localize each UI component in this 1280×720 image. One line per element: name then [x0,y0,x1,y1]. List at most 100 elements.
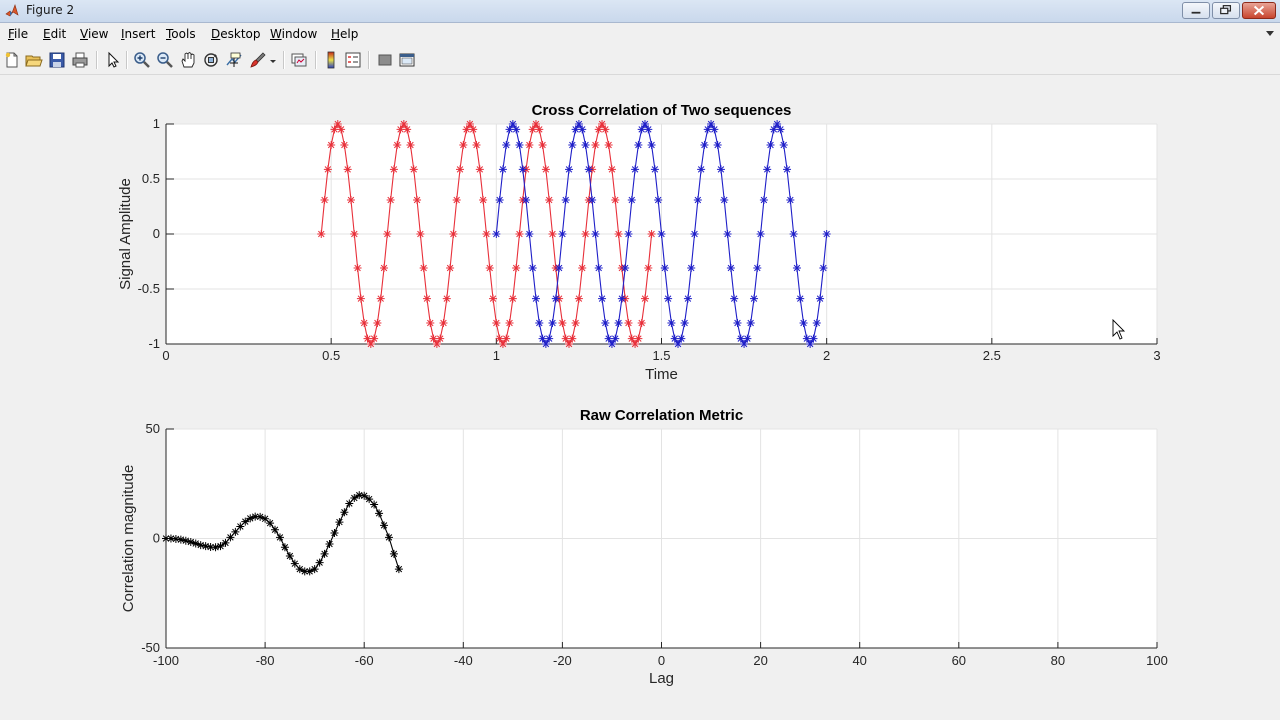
data-point-marker [650,165,659,174]
data-point-marker [746,318,755,327]
data-point-marker [360,318,369,327]
x-tick-label: 2.5 [983,348,1001,363]
data-point-marker [733,318,742,327]
axes-raw-correlation[interactable]: -100 -80 -60 -40 -20 0 20 40 60 80 100 -50 0 50 Raw … [120,407,1168,687]
data-point-marker [406,141,415,150]
menu-help[interactable]: Help [331,27,358,41]
data-point-marker [535,125,544,134]
data-point-marker [551,294,560,303]
insert-legend-button[interactable] [344,51,362,69]
brush-dropdown-button[interactable] [268,51,278,69]
data-point-marker [819,263,828,272]
data-point-marker [266,519,275,528]
new-figure-button[interactable] [3,51,21,69]
minimize-icon [1191,11,1201,14]
data-point-marker [766,141,775,150]
menu-desktop[interactable]: Desktop [211,27,261,41]
data-point-marker [370,500,379,509]
toolbar-separator [368,51,370,69]
figure-canvas[interactable]: 0 0.5 1 1.5 2 2.5 3 -1 -0.5 0 0.5 1 Cross Correlat… [0,75,1280,720]
data-point-marker [624,318,633,327]
data-point-marker [690,230,699,238]
data-point-marker [667,318,676,327]
maximize-button[interactable] [1212,2,1240,19]
zoom-in-button[interactable] [133,51,151,69]
data-point-marker [515,230,524,238]
axes-cross-correlation[interactable]: 0 0.5 1 1.5 2 2.5 3 -1 -0.5 0 0.5 1 Cross Correlat… [117,102,1161,383]
save-button[interactable] [48,51,66,69]
menu-file[interactable]: File [8,27,28,41]
data-point-marker [730,294,739,303]
window-titlebar[interactable]: Figure 2 [0,0,1280,23]
y-tick-label: -1 [148,336,160,351]
x-tick-label: 0 [658,653,665,668]
zoom-out-icon [157,52,173,68]
figure-toolbar [0,46,1280,75]
data-point-marker [631,165,640,174]
brush-button[interactable] [249,51,267,69]
insert-colorbar-button[interactable] [322,51,340,69]
data-point-marker [683,294,692,303]
data-point-marker [386,196,395,205]
data-point-marker [366,340,375,348]
save-icon [49,52,65,68]
menu-window[interactable]: Window [270,27,317,41]
data-point-marker [482,230,491,238]
close-button[interactable] [1242,2,1276,19]
zoom-out-button[interactable] [156,51,174,69]
x-tick-label: -20 [553,653,572,668]
hide-plot-tools-button[interactable] [376,51,394,69]
data-point-marker [545,334,554,343]
toolbar-separator [315,51,317,69]
data-point-marker [465,120,474,128]
data-point-marker [541,340,550,348]
data-point-marker [475,165,484,174]
data-point-marker [816,294,825,303]
data-point-marker [621,263,630,272]
data-point-marker [271,525,280,534]
rotate-3d-button[interactable] [202,51,220,69]
menu-edit[interactable]: Edit [43,27,66,41]
data-point-marker [512,263,521,272]
minimize-button[interactable] [1182,2,1210,19]
open-file-button[interactable] [25,51,43,69]
plot-area[interactable]: 0 0.5 1 1.5 2 2.5 3 -1 -0.5 0 0.5 1 Cross Correlat… [0,75,1280,720]
data-point-marker [446,263,455,272]
data-point-marker [522,196,531,205]
chevron-down-icon[interactable] [1266,30,1275,37]
data-point-marker [275,533,284,542]
edit-plot-button[interactable] [104,51,122,69]
link-plot-button[interactable] [290,51,308,69]
data-point-marker [325,539,334,548]
data-point-marker [531,294,540,303]
y-tick-labels: -50 0 50 [141,421,160,655]
data-point-marker [389,165,398,174]
data-point-marker [617,294,626,303]
x-axis-label: Lag [649,670,674,687]
menu-tools[interactable]: Tools [166,27,196,41]
open-file-icon [25,55,43,67]
data-point-marker [531,120,540,128]
data-point-marker [535,318,544,327]
menu-insert[interactable]: Insert [121,27,155,41]
data-cursor-button[interactable] [225,51,243,69]
x-tick-label: -40 [454,653,473,668]
data-point-marker [568,334,577,343]
data-point-marker [598,120,607,128]
data-point-marker [693,196,702,205]
data-point-marker [604,141,613,150]
data-point-marker [426,318,435,327]
show-plot-tools-button[interactable] [398,51,416,69]
data-point-marker [647,141,656,150]
x-axis-label: Time [645,366,678,383]
data-point-marker [399,120,408,128]
data-point-marker [545,196,554,205]
data-point-marker [350,230,359,238]
data-point-marker [280,543,289,552]
pan-button[interactable] [179,51,197,69]
show-plot-tools-icon [399,53,415,67]
menu-view[interactable]: View [80,27,108,41]
data-point-marker [389,549,398,558]
data-point-marker [452,196,461,205]
print-button[interactable] [71,51,89,69]
